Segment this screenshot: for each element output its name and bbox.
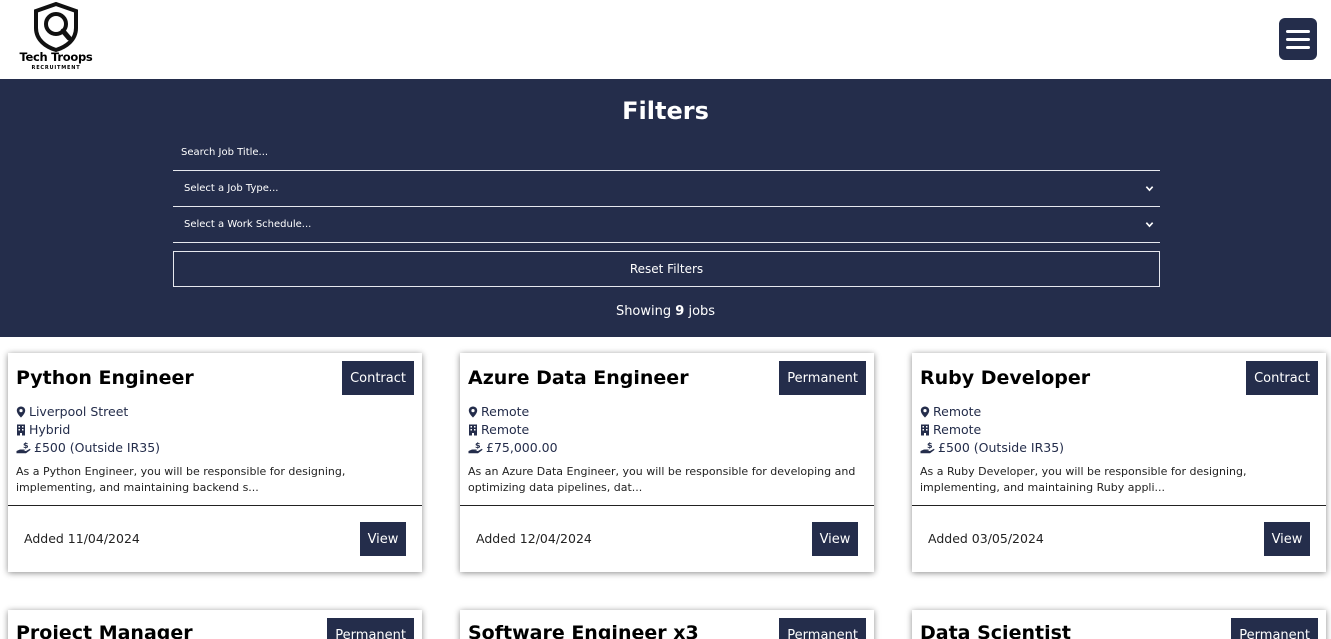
job-salary: $ £75,000.00: [468, 440, 558, 455]
map-pin-icon: [16, 406, 26, 417]
card-divider: [460, 505, 874, 506]
job-type-select[interactable]: Select a Job Type...: [173, 171, 1160, 207]
work-schedule-select-value[interactable]: Select a Work Schedule...: [173, 207, 1160, 242]
filters-heading: Filters: [622, 97, 709, 125]
job-title: Software Engineer x3: [468, 622, 699, 639]
job-title: Python Engineer: [16, 367, 194, 389]
job-card: Data Scientist Permanent: [912, 610, 1326, 639]
money-hand-icon: $: [468, 441, 483, 454]
job-title: Ruby Developer: [920, 367, 1091, 389]
view-job-button[interactable]: View: [360, 522, 406, 556]
reset-filters-button[interactable]: Reset Filters: [173, 251, 1160, 287]
job-location: Remote: [920, 404, 981, 419]
job-type-badge: Permanent: [779, 361, 866, 395]
hamburger-icon: [1286, 29, 1310, 33]
job-title: Data Scientist: [920, 622, 1071, 639]
job-added-date: Added 11/04/2024: [24, 531, 140, 546]
view-job-button[interactable]: View: [812, 522, 858, 556]
job-schedule: Remote: [920, 422, 981, 437]
job-description: As a Python Engineer, you will be respon…: [16, 465, 346, 494]
svg-text:$: $: [927, 441, 933, 450]
job-description: As a Ruby Developer, you will be respons…: [920, 465, 1247, 494]
jobs-count: 9: [675, 304, 685, 319]
shield-magnifier-icon: [34, 2, 78, 52]
filters-panel: Filters Select a Job Type... Select a Wo…: [0, 79, 1331, 337]
svg-text:$: $: [475, 441, 481, 450]
brand-tagline: RECRUITMENT: [31, 65, 81, 71]
building-icon: [921, 424, 929, 435]
job-added-date: Added 12/04/2024: [476, 531, 592, 546]
job-schedule: Remote: [468, 422, 529, 437]
job-added-date: Added 03/05/2024: [928, 531, 1044, 546]
search-job-title-input[interactable]: [173, 135, 1160, 170]
job-salary: $ £500 (Outside IR35): [920, 440, 1064, 455]
job-card: Software Engineer x3 Permanent: [460, 610, 874, 639]
search-field: [173, 135, 1160, 171]
map-pin-icon: [468, 406, 478, 417]
job-schedule: Hybrid: [16, 422, 70, 437]
job-card: Python Engineer Contract Liverpool Stree…: [8, 353, 422, 572]
chevron-down-icon: [1145, 186, 1154, 192]
money-hand-icon: $: [16, 441, 31, 454]
jobs-count-text: Showing 9 jobs: [615, 304, 716, 319]
chevron-down-icon: [1145, 222, 1154, 228]
view-job-button[interactable]: View: [1264, 522, 1310, 556]
work-schedule-select[interactable]: Select a Work Schedule...: [173, 207, 1160, 243]
card-divider: [8, 505, 422, 506]
building-icon: [469, 424, 477, 435]
job-location: Liverpool Street: [16, 404, 128, 419]
job-card: Project Manager Permanent: [8, 610, 422, 639]
logo[interactable]: Tech Troops RECRUITMENT: [14, 2, 98, 78]
job-type-badge: Contract: [342, 361, 414, 395]
svg-text:$: $: [23, 441, 29, 450]
card-divider: [912, 505, 1326, 506]
job-type-badge: Permanent: [779, 618, 866, 639]
job-type-select-value[interactable]: Select a Job Type...: [173, 171, 1160, 206]
job-type-badge: Permanent: [1231, 618, 1318, 639]
site-header: Tech Troops RECRUITMENT: [0, 0, 1331, 79]
job-card: Ruby Developer Contract Remote Remote $ …: [912, 353, 1326, 572]
job-title: Project Manager: [16, 622, 193, 639]
job-location: Remote: [468, 404, 529, 419]
map-pin-icon: [920, 406, 930, 417]
job-description: As an Azure Data Engineer, you will be r…: [468, 465, 856, 494]
job-salary: $ £500 (Outside IR35): [16, 440, 160, 455]
job-card: Azure Data Engineer Permanent Remote Rem…: [460, 353, 874, 572]
job-type-badge: Permanent: [327, 618, 414, 639]
job-title: Azure Data Engineer: [468, 367, 689, 389]
job-type-badge: Contract: [1246, 361, 1318, 395]
building-icon: [17, 424, 25, 435]
brand-name: Tech Troops: [19, 50, 93, 64]
hamburger-menu-button[interactable]: [1279, 18, 1317, 60]
money-hand-icon: $: [920, 441, 935, 454]
